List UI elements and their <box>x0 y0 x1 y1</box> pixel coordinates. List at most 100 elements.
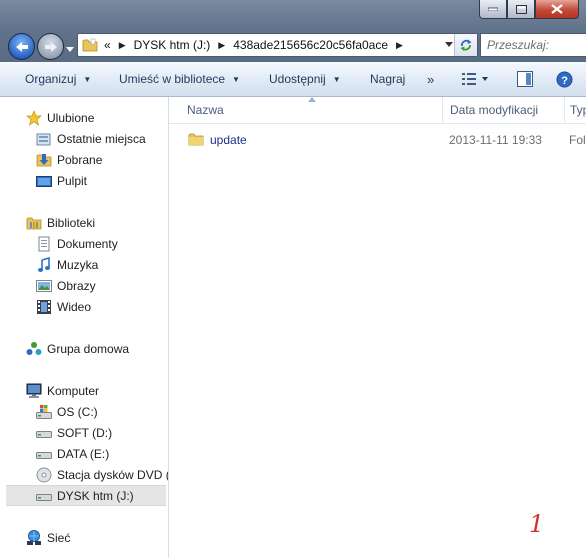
chevron-right-icon[interactable]: ▶ <box>218 40 225 51</box>
system-drive-icon <box>36 404 52 420</box>
music-icon <box>36 256 52 273</box>
sidebar-libraries-label: Biblioteki <box>47 215 96 230</box>
sidebar-network[interactable]: Sieć <box>0 527 168 548</box>
refresh-button[interactable] <box>454 34 477 56</box>
search-placeholder: Przeszukaj: <box>487 38 550 52</box>
sidebar-favorites[interactable]: Ulubione <box>0 107 168 128</box>
column-header-row: Nazwa Data modyfikacji Typ <box>169 97 586 124</box>
burn-button[interactable]: Nagraj <box>370 62 405 96</box>
navigation-pane: Ulubione Ostatnie miejsca Pobrane Pulpit… <box>0 97 169 558</box>
folder-icon <box>82 38 98 52</box>
more-commands-button[interactable]: » <box>427 62 434 96</box>
libraries-icon <box>26 215 42 231</box>
sidebar-item-label: Muzyka <box>57 257 99 272</box>
sidebar-item-label: DATA (E:) <box>57 446 110 461</box>
address-bar[interactable]: « ▶ DYSK htm (J:) ▶ 438ade215656c20c56fa… <box>77 33 478 57</box>
sidebar-homegroup[interactable]: Grupa domowa <box>0 338 168 359</box>
close-button[interactable] <box>535 0 579 19</box>
sidebar-item-label: OS (C:) <box>57 404 98 419</box>
downloads-icon <box>36 152 52 168</box>
include-in-library-label: Umieść w bibliotece <box>119 72 226 86</box>
drive-icon <box>36 446 52 462</box>
recent-places-icon <box>36 131 52 147</box>
file-name: update <box>210 133 247 147</box>
file-row[interactable]: update 2013-11-11 19:33 Fol <box>169 129 586 150</box>
sidebar-item-video[interactable]: Wideo <box>0 296 168 317</box>
sidebar-item-downloads[interactable]: Pobrane <box>0 149 168 170</box>
desktop-icon <box>36 173 52 189</box>
share-label: Udostępnij <box>269 72 326 86</box>
sidebar-homegroup-label: Grupa domowa <box>47 341 130 356</box>
sidebar-item-recent-places[interactable]: Ostatnie miejsca <box>0 128 168 149</box>
search-input[interactable]: Przeszukaj: <box>480 33 586 57</box>
change-view-button[interactable] <box>461 71 489 90</box>
minimize-icon <box>488 7 498 11</box>
sidebar-item-dvd-drive[interactable]: Stacja dysków DVD (H <box>0 464 168 485</box>
sidebar-item-documents[interactable]: Dokumenty <box>0 233 168 254</box>
dropdown-arrow-icon: ▼ <box>332 74 341 84</box>
share-menu[interactable]: Udostępnij ▼ <box>269 62 341 96</box>
sidebar-computer[interactable]: Komputer <box>0 380 168 401</box>
breadcrumb-drive[interactable]: DYSK htm (J:) <box>134 38 211 52</box>
computer-icon <box>26 383 42 399</box>
sidebar-item-drive-e[interactable]: DATA (E:) <box>0 443 168 464</box>
help-icon: ? <box>556 71 573 88</box>
sidebar-item-label: Obrazy <box>57 278 96 293</box>
organize-menu[interactable]: Organizuj ▼ <box>25 62 91 96</box>
help-button[interactable]: ? <box>556 71 573 91</box>
chevron-right-icon[interactable]: ▶ <box>119 40 126 51</box>
sidebar-computer-label: Komputer <box>47 383 100 398</box>
chevron-down-icon <box>66 47 74 52</box>
drive-icon <box>36 488 52 504</box>
column-header-name-label: Nazwa <box>187 103 224 117</box>
view-details-icon <box>462 73 488 85</box>
file-type: Fol <box>569 133 586 147</box>
file-list: Nazwa Data modyfikacji Typ update 2013-1… <box>169 97 586 558</box>
preview-pane-icon <box>517 71 533 87</box>
documents-icon <box>36 236 52 252</box>
sidebar-item-label: Ostatnie miejsca <box>57 131 146 146</box>
sidebar-item-drive-j[interactable]: DYSK htm (J:) <box>6 485 166 506</box>
window-chrome: « ▶ DYSK htm (J:) ▶ 438ade215656c20c56fa… <box>0 0 586 62</box>
breadcrumb-folder[interactable]: 438ade215656c20c56fa0ace <box>233 38 388 52</box>
chevron-right-icon[interactable]: ▶ <box>396 40 403 51</box>
close-icon <box>551 4 563 14</box>
arrow-right-icon <box>44 41 57 52</box>
drive-icon <box>36 425 52 441</box>
sidebar-item-label: Pobrane <box>57 152 103 167</box>
column-header-name[interactable]: Nazwa <box>169 97 441 123</box>
sidebar-item-drive-d[interactable]: SOFT (D:) <box>0 422 168 443</box>
recent-pages-dropdown[interactable] <box>66 41 74 55</box>
sidebar-item-label: Dokumenty <box>57 236 118 251</box>
sidebar-item-drive-c[interactable]: OS (C:) <box>0 401 168 422</box>
arrow-left-icon <box>15 41 28 52</box>
column-header-type[interactable]: Typ <box>564 97 586 123</box>
sidebar-libraries[interactable]: Biblioteki <box>0 212 168 233</box>
back-button[interactable] <box>8 33 35 60</box>
sidebar-favorites-label: Ulubione <box>47 110 95 125</box>
breadcrumb-overflow[interactable]: « <box>104 38 111 52</box>
include-in-library-menu[interactable]: Umieść w bibliotece ▼ <box>119 62 240 96</box>
sidebar-item-label: Wideo <box>57 299 92 314</box>
forward-button[interactable] <box>37 33 64 60</box>
minimize-button[interactable] <box>479 0 507 19</box>
star-icon <box>26 109 42 126</box>
video-icon <box>36 299 52 315</box>
sidebar-item-music[interactable]: Muzyka <box>0 254 168 275</box>
sidebar-item-label: SOFT (D:) <box>57 425 113 440</box>
sidebar-item-desktop[interactable]: Pulpit <box>0 170 168 191</box>
command-bar: Organizuj ▼ Umieść w bibliotece ▼ Udostępn… <box>0 62 586 97</box>
svg-text:?: ? <box>561 75 568 87</box>
folder-icon <box>188 131 204 150</box>
maximize-button[interactable] <box>507 0 535 19</box>
sidebar-network-label: Sieć <box>47 530 71 545</box>
more-commands-label: » <box>427 71 435 87</box>
column-header-date-modified[interactable]: Data modyfikacji <box>442 97 563 123</box>
preview-pane-button[interactable] <box>517 71 533 90</box>
dvd-drive-icon <box>36 467 52 483</box>
file-date-modified: 2013-11-11 19:33 <box>449 133 542 147</box>
pictures-icon <box>36 278 52 294</box>
chevron-down-icon[interactable] <box>445 38 453 50</box>
handwritten-annotation: 1 <box>529 510 545 538</box>
sidebar-item-pictures[interactable]: Obrazy <box>0 275 168 296</box>
